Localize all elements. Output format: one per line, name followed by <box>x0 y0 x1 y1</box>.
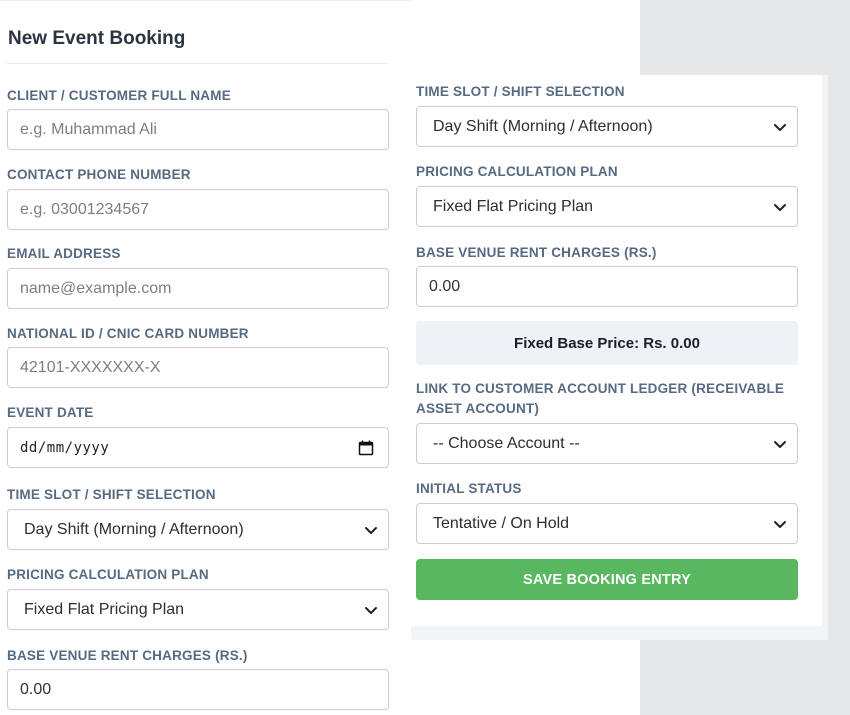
chevron-down-icon <box>774 204 786 211</box>
page-title: New Event Booking <box>8 28 186 49</box>
right-pricing-plan-value: Fixed Flat Pricing Plan <box>433 197 594 215</box>
cnic-label: NATIONAL ID / CNIC CARD NUMBER <box>7 326 249 341</box>
email-field[interactable] <box>7 268 389 309</box>
chevron-down-icon <box>774 124 786 131</box>
right-base-rent-value: 0.00 <box>429 277 461 295</box>
chevron-down-icon <box>365 527 377 534</box>
fixed-base-price-summary: Fixed Base Price: Rs. 0.00 <box>416 321 798 365</box>
ledger-account-select[interactable]: -- Choose Account -- <box>416 423 798 464</box>
client-name-field[interactable] <box>7 109 389 150</box>
ledger-label-line1: LINK TO CUSTOMER ACCOUNT LEDGER (RECEIVA… <box>416 381 785 396</box>
chevron-down-icon <box>774 521 786 528</box>
phone-input[interactable] <box>8 190 388 229</box>
event-date-label: EVENT DATE <box>7 405 94 420</box>
email-input[interactable] <box>8 269 388 308</box>
top-divider <box>0 0 411 1</box>
save-booking-button[interactable]: SAVE BOOKING ENTRY <box>416 559 798 600</box>
right-base-rent-field[interactable]: 0.00 <box>416 266 798 307</box>
booking-form-left: New Event Booking CLIENT / CUSTOMER FULL… <box>0 0 411 715</box>
base-rent-field[interactable]: 0.00 <box>7 669 389 710</box>
ledger-account-value: -- Choose Account -- <box>433 434 580 452</box>
pricing-plan-select[interactable]: Fixed Flat Pricing Plan <box>7 589 389 630</box>
right-base-rent-label: BASE VENUE RENT CHARGES (RS.) <box>416 245 657 260</box>
event-date-field[interactable]: dd/mm/yyyy <box>7 427 389 468</box>
client-name-label: CLIENT / CUSTOMER FULL NAME <box>7 88 231 103</box>
time-slot-select[interactable]: Day Shift (Morning / Afternoon) <box>7 509 389 550</box>
right-time-slot-select[interactable]: Day Shift (Morning / Afternoon) <box>416 106 798 147</box>
status-value: Tentative / On Hold <box>433 514 570 532</box>
bottom-background <box>411 640 640 715</box>
email-label: EMAIL ADDRESS <box>7 246 121 261</box>
chevron-down-icon <box>365 607 377 614</box>
right-time-slot-value: Day Shift (Morning / Afternoon) <box>433 117 653 135</box>
status-select[interactable]: Tentative / On Hold <box>416 503 798 544</box>
right-time-slot-label: TIME SLOT / SHIFT SELECTION <box>416 84 625 99</box>
base-rent-label: BASE VENUE RENT CHARGES (RS.) <box>7 648 248 663</box>
cnic-field[interactable] <box>7 347 389 388</box>
cnic-input[interactable] <box>8 348 388 387</box>
calendar-icon[interactable] <box>358 440 374 456</box>
pricing-plan-label: PRICING CALCULATION PLAN <box>7 567 209 582</box>
client-name-input[interactable] <box>8 110 388 149</box>
time-slot-value: Day Shift (Morning / Afternoon) <box>24 520 244 538</box>
phone-label: CONTACT PHONE NUMBER <box>7 167 191 182</box>
right-pricing-plan-label: PRICING CALCULATION PLAN <box>416 164 618 179</box>
base-rent-value: 0.00 <box>20 680 52 698</box>
pricing-plan-value: Fixed Flat Pricing Plan <box>24 600 185 618</box>
event-date-mask: dd/mm/yyyy <box>20 439 110 456</box>
chevron-down-icon <box>774 441 786 448</box>
title-divider <box>7 63 388 64</box>
status-label: INITIAL STATUS <box>416 481 522 496</box>
ledger-label-line2: ASSET ACCOUNT) <box>416 401 540 416</box>
time-slot-label: TIME SLOT / SHIFT SELECTION <box>7 487 216 502</box>
phone-field[interactable] <box>7 189 389 230</box>
right-pricing-plan-select[interactable]: Fixed Flat Pricing Plan <box>416 186 798 227</box>
